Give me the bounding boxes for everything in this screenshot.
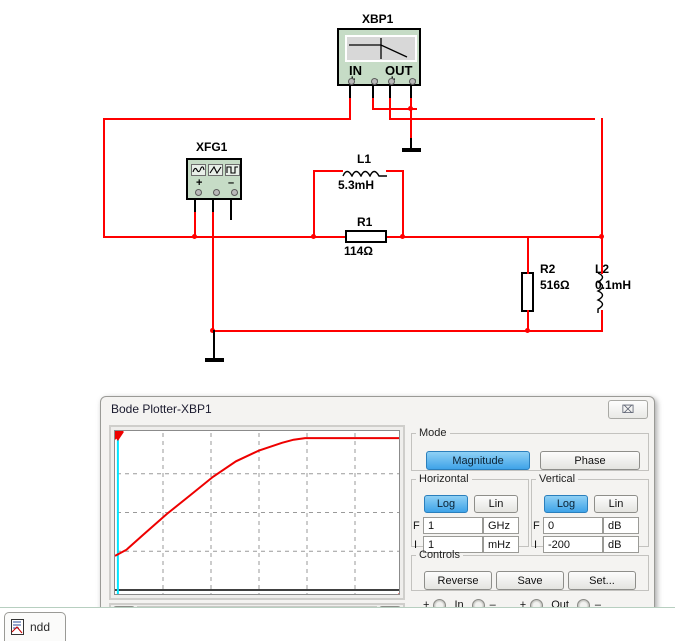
xbp1-lead-out-plus bbox=[389, 86, 391, 98]
vertical-f-unit[interactable]: dB bbox=[603, 517, 639, 534]
plot-gridlines bbox=[117, 433, 399, 594]
wire-l1-right-down bbox=[402, 170, 404, 238]
dialog-title: Bode Plotter-XBP1 bbox=[111, 402, 212, 416]
xfg1-lead-plus bbox=[194, 200, 196, 212]
xbp1-response-curve-icon bbox=[349, 38, 408, 59]
r2-value-label: 516Ω bbox=[540, 278, 570, 292]
xbp1-ref-label: XBP1 bbox=[362, 12, 394, 26]
controls-column: Mode Magnitude Phase Horizontal Log Lin … bbox=[411, 425, 649, 621]
plot-panel bbox=[109, 425, 405, 600]
wire-xbp1-in-plus-left bbox=[103, 118, 351, 120]
bode-plot-area[interactable] bbox=[114, 430, 400, 595]
wire-r2-top bbox=[527, 236, 529, 274]
xbp1-lead-in-plus bbox=[349, 86, 351, 98]
xbp1-pin-in-minus[interactable] bbox=[371, 78, 378, 85]
reverse-button[interactable]: Reverse bbox=[424, 571, 492, 590]
wire-right-rail bbox=[601, 118, 603, 238]
horizontal-group: Horizontal Log Lin F 1 GHz I 1 mHz bbox=[411, 473, 529, 553]
wire-l1-left-down bbox=[313, 170, 315, 238]
node-l2-top bbox=[599, 234, 604, 239]
r2-ref-label: R2 bbox=[540, 262, 556, 276]
magnitude-button[interactable]: Magnitude bbox=[426, 451, 530, 470]
square-wave-icon[interactable] bbox=[225, 164, 240, 176]
xfg1-pin-common[interactable] bbox=[213, 189, 220, 196]
xbp1-pin-out-minus[interactable] bbox=[409, 78, 416, 85]
node-r1-left bbox=[311, 234, 316, 239]
schematic-canvas[interactable]: XBP1 IN OUT + – + – XFG1 bbox=[0, 0, 675, 385]
r1-ref-label: R1 bbox=[357, 215, 373, 229]
vertical-group: Vertical Log Lin F 0 dB I -200 dB bbox=[531, 473, 649, 553]
dialog-titlebar[interactable]: Bode Plotter-XBP1 ⌧ bbox=[101, 397, 654, 423]
horizontal-f-unit[interactable]: GHz bbox=[483, 517, 519, 534]
xfg1-ref-label: XFG1 bbox=[196, 140, 228, 154]
mode-legend: Mode bbox=[419, 427, 447, 439]
wire-left-rail bbox=[103, 118, 105, 238]
wire-xfg1-common-down bbox=[212, 212, 214, 330]
l1-value-label: 5.3mH bbox=[338, 178, 375, 192]
node-r1-right bbox=[400, 234, 405, 239]
taskbar-tab-ndd[interactable]: ndd bbox=[4, 612, 66, 641]
wire-l1-left bbox=[313, 170, 343, 172]
xbp1-pin-out-plus[interactable] bbox=[388, 78, 395, 85]
bode-plotter-xbp1[interactable]: IN OUT + – + – bbox=[337, 28, 421, 86]
document-icon bbox=[11, 619, 24, 635]
horizontal-f-label: F bbox=[413, 520, 420, 532]
r1-resistor-symbol[interactable] bbox=[345, 230, 387, 243]
bode-plot-svg bbox=[115, 431, 399, 594]
save-button[interactable]: Save bbox=[496, 571, 564, 590]
wire-xbp1-out-minus-down bbox=[410, 98, 412, 140]
dialog-body: Mode Magnitude Phase Horizontal Log Lin … bbox=[105, 423, 650, 623]
vertical-lin-button[interactable]: Lin bbox=[594, 495, 638, 513]
horizontal-log-button[interactable]: Log bbox=[424, 495, 468, 513]
horizontal-lin-button[interactable]: Lin bbox=[474, 495, 518, 513]
taskbar-tab-label: ndd bbox=[30, 620, 51, 634]
l1-inductor-symbol[interactable] bbox=[342, 167, 388, 177]
vertical-f-label: F bbox=[533, 520, 540, 532]
l1-ref-label: L1 bbox=[357, 152, 372, 166]
xfg1-pin-plus[interactable] bbox=[195, 189, 202, 196]
r2-resistor-symbol[interactable] bbox=[521, 272, 534, 312]
set-button[interactable]: Set... bbox=[568, 571, 636, 590]
xbp1-lead-out-minus bbox=[410, 86, 412, 98]
wire-bottom-rail bbox=[212, 330, 603, 332]
close-icon[interactable]: ⌧ bbox=[608, 400, 648, 419]
horizontal-legend: Horizontal bbox=[419, 473, 469, 485]
node-r2-bottom bbox=[525, 328, 530, 333]
xbp1-pin-in-plus[interactable] bbox=[348, 78, 355, 85]
xfg1-pin-minus-sign: – bbox=[228, 177, 235, 189]
wire-l2-bottom bbox=[601, 310, 603, 332]
controls-legend: Controls bbox=[419, 549, 460, 561]
function-generator-xfg1[interactable]: + – bbox=[186, 158, 242, 200]
xbp1-lead-in-minus bbox=[372, 86, 374, 98]
horizontal-f-input[interactable]: 1 bbox=[423, 517, 483, 534]
vertical-log-button[interactable]: Log bbox=[544, 495, 588, 513]
magnitude-trace bbox=[115, 437, 399, 557]
vertical-f-input[interactable]: 0 bbox=[543, 517, 603, 534]
sine-wave-icon[interactable] bbox=[191, 164, 206, 176]
triangle-wave-icon[interactable] bbox=[208, 164, 223, 176]
l2-inductor-symbol[interactable] bbox=[596, 272, 608, 314]
node-xbp1-ground-junction bbox=[408, 106, 413, 111]
wire-xbp1-in-plus-down bbox=[349, 98, 351, 120]
wire-l2-top bbox=[601, 236, 603, 274]
xbp1-display bbox=[345, 35, 417, 62]
wire-xbp1-out-plus-right bbox=[389, 118, 595, 120]
xfg1-lead-common bbox=[212, 200, 214, 212]
bode-plotter-dialog[interactable]: Bode Plotter-XBP1 ⌧ Mode Magnitude Phase… bbox=[100, 396, 655, 628]
vertical-legend: Vertical bbox=[539, 473, 576, 485]
xfg1-pin-minus[interactable] bbox=[231, 189, 238, 196]
r1-value-label: 114Ω bbox=[344, 244, 373, 258]
xfg1-lead-minus bbox=[230, 200, 232, 220]
phase-button[interactable]: Phase bbox=[540, 451, 640, 470]
controls-group: Controls Reverse Save Set... bbox=[411, 549, 649, 591]
mode-group: Mode Magnitude Phase bbox=[411, 427, 649, 471]
taskbar: ndd bbox=[0, 607, 675, 641]
wire-xbp1-out-plus-down bbox=[389, 98, 391, 120]
xfg1-pin-plus-sign: + bbox=[196, 177, 203, 189]
